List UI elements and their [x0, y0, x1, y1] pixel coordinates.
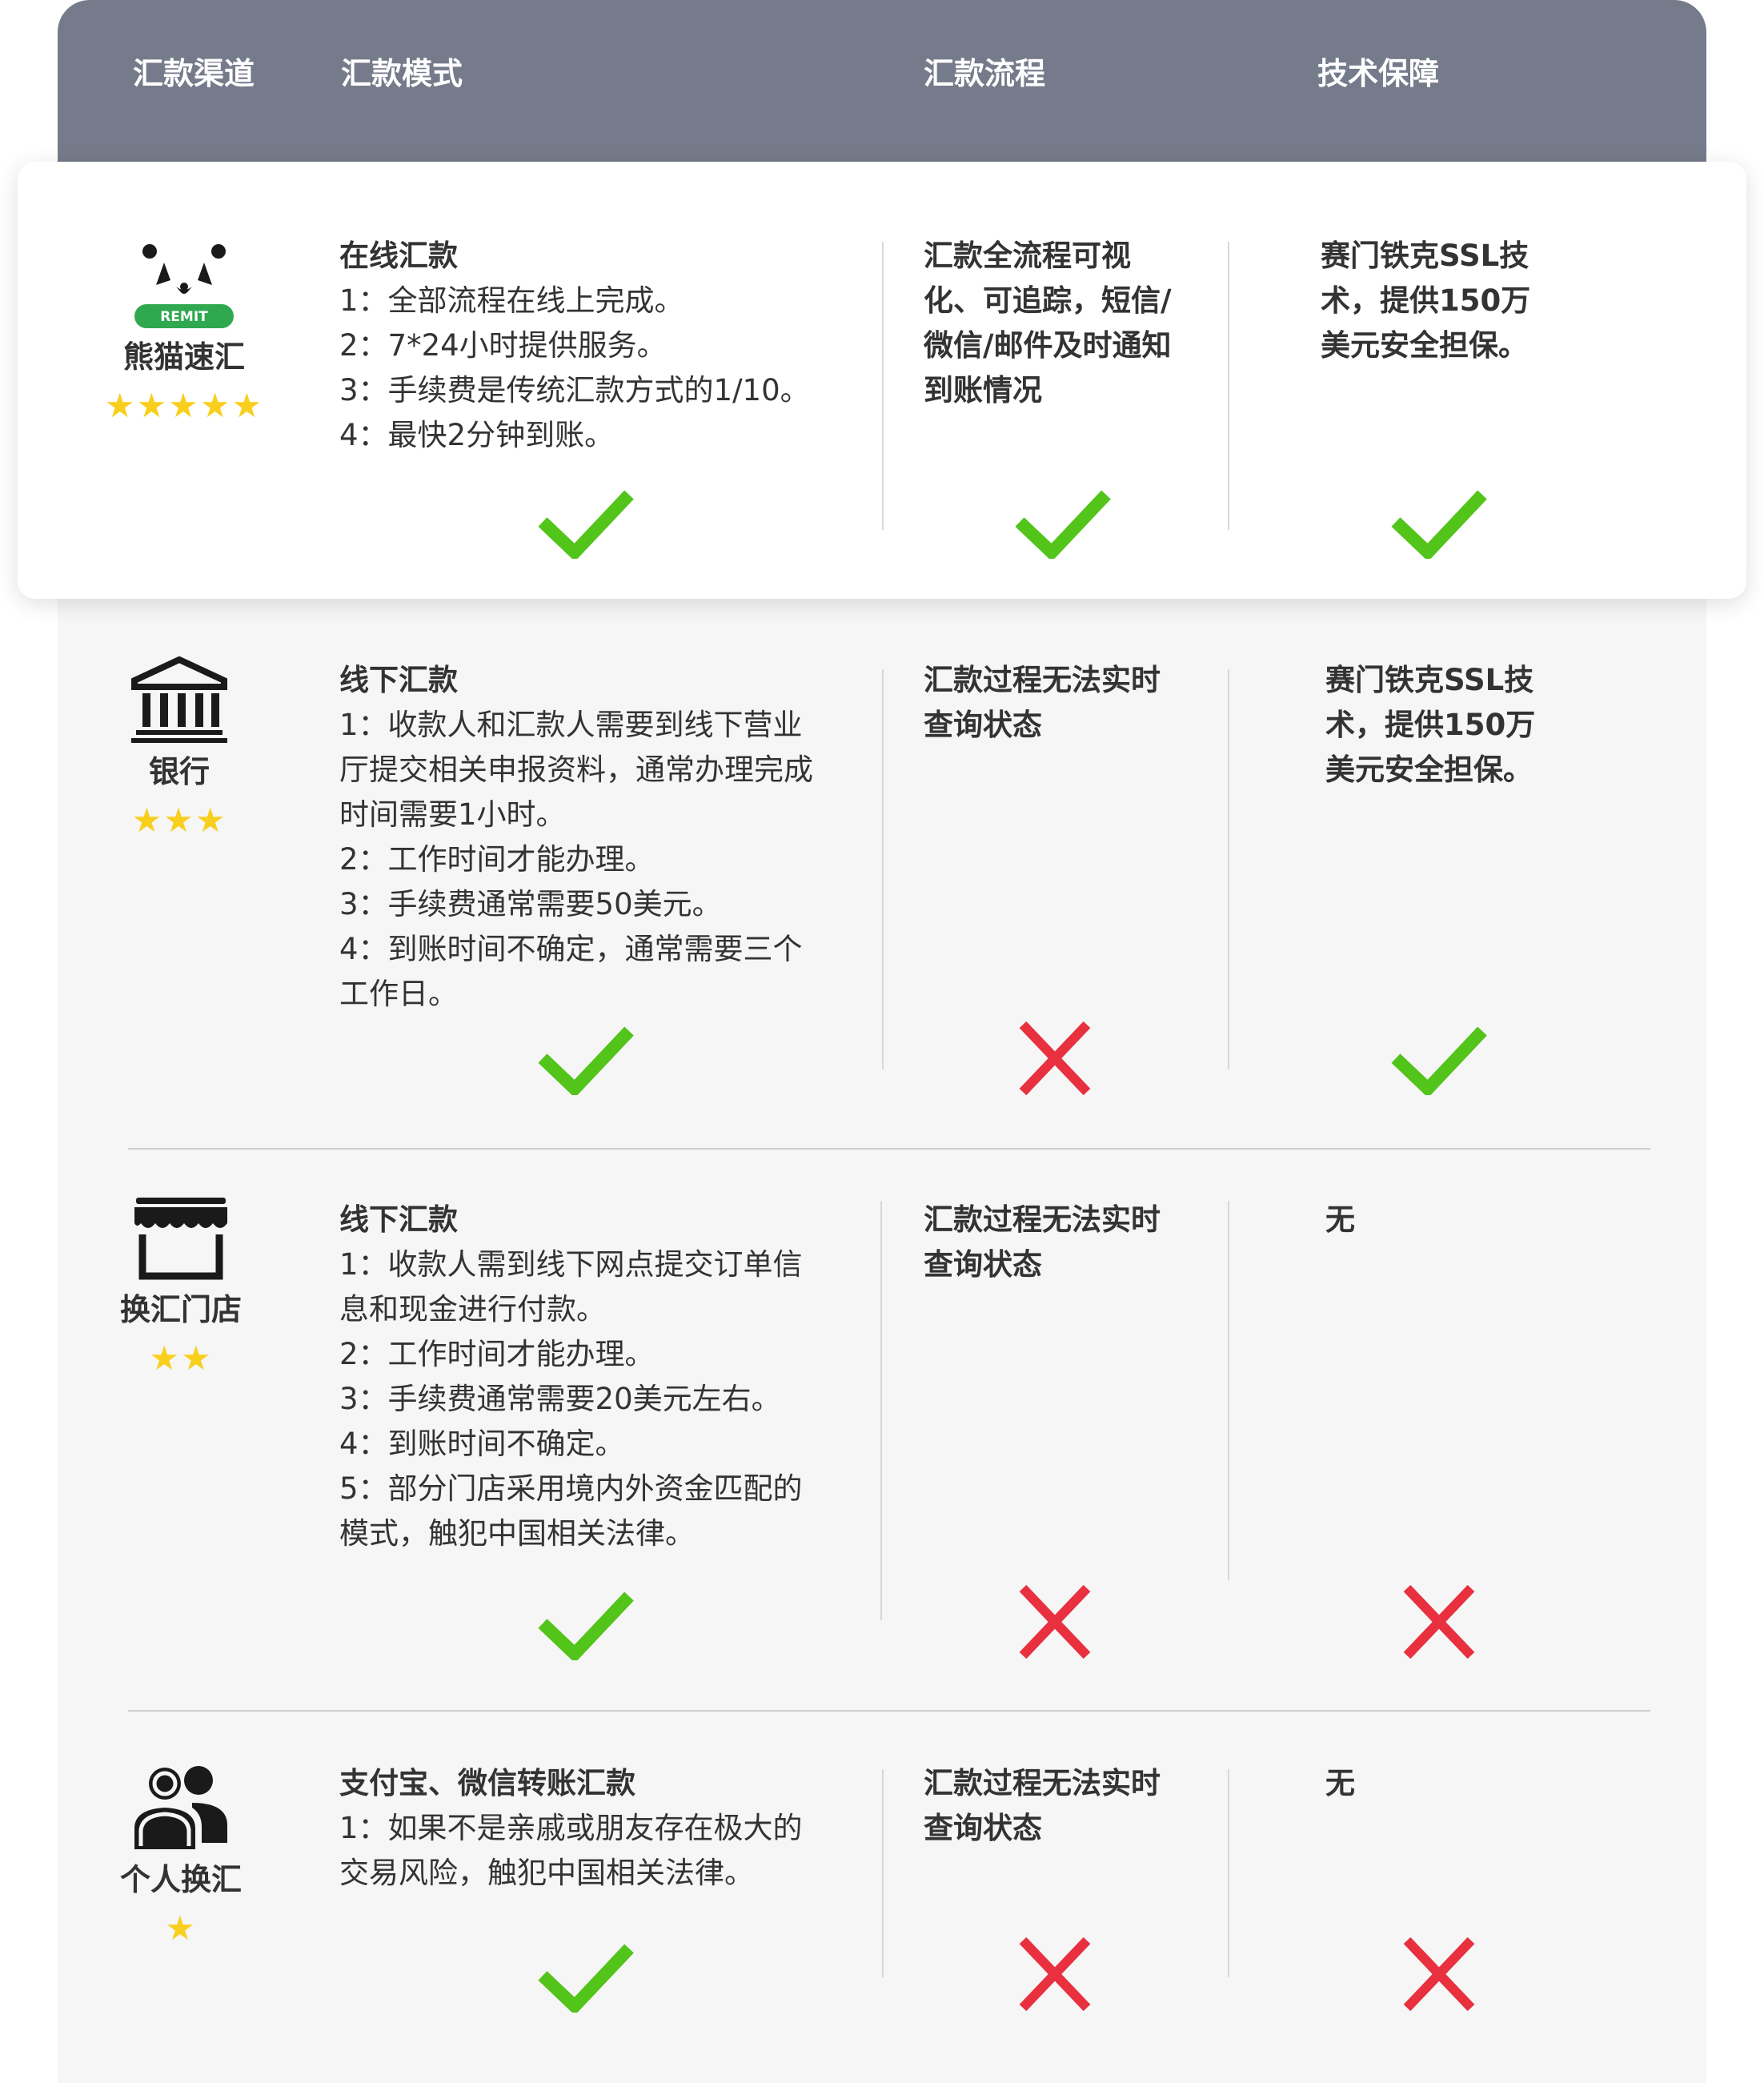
column-divider	[880, 1201, 882, 1620]
process-line: 汇款过程无法实时	[924, 1766, 1161, 1800]
mode-line: 4：到账时间不确定，通常需要三个	[339, 932, 803, 966]
logo-text: REMIT	[160, 309, 208, 325]
security-line: 术，提供150万	[1325, 708, 1536, 742]
mode-line: 交易风险，触犯中国相关法律。	[339, 1856, 754, 1890]
check-icon	[538, 1944, 634, 2013]
mode-line: 模式，触犯中国相关法律。	[339, 1516, 695, 1551]
cross-icon	[1019, 1584, 1091, 1660]
security-cell: 赛门铁克SSL技 术，提供150万 美元安全担保。	[1321, 234, 1585, 368]
row-divider	[128, 1710, 1650, 1712]
security-cell: 无	[1325, 1761, 1590, 1806]
mode-line: 5：部分门店采用境内外资金匹配的	[339, 1471, 803, 1506]
cross-icon	[1403, 1937, 1475, 2012]
rating-stars: ★★★★★	[104, 385, 264, 425]
mode-cell: 在线汇款 1：全部流程在线上完成。 2：7*24小时提供服务。 3：手续费是传统…	[339, 234, 868, 458]
mode-cell: 线下汇款 1：收款人和汇款人需要到线下营业 厅提交相关申报资料，通常办理完成 时…	[339, 658, 868, 1017]
mode-line: 1：收款人需到线下网点提交订单信	[339, 1247, 803, 1282]
column-divider	[1228, 1769, 1229, 1977]
process-line: 查询状态	[924, 1811, 1042, 1845]
storefront-icon	[134, 1198, 227, 1280]
rating-stars: ★	[165, 1908, 197, 1948]
process-line: 查询状态	[924, 1247, 1042, 1282]
check-icon	[538, 1026, 634, 1095]
column-divider	[882, 669, 884, 1070]
mode-line: 时间需要1小时。	[339, 797, 566, 832]
table-header: 汇款渠道 汇款模式 汇款流程 技术保障	[58, 0, 1706, 162]
panda-remit-logo-icon: REMIT	[134, 244, 234, 328]
process-cell: 汇款全流程可视 化、可追踪，短信/ 微信/邮件及时通知 到账情况	[924, 234, 1228, 413]
process-line: 查询状态	[924, 708, 1042, 742]
check-icon	[1391, 490, 1487, 559]
mode-line: 4：最快2分钟到账。	[339, 418, 615, 452]
mode-line: 2：7*24小时提供服务。	[339, 328, 667, 363]
channel-name: 熊猫速汇	[122, 339, 245, 375]
header-security: 技术保障	[1317, 56, 1440, 91]
cross-icon	[1403, 1584, 1475, 1660]
header-channel: 汇款渠道	[133, 56, 255, 91]
mode-title: 线下汇款	[339, 1202, 458, 1237]
process-cell: 汇款过程无法实时 查询状态	[924, 1761, 1228, 1851]
column-divider	[882, 242, 884, 530]
mode-line: 1：如果不是亲戚或朋友存在极大的	[339, 1811, 803, 1845]
rating-stars: ★★	[149, 1338, 213, 1378]
security-line: 美元安全担保。	[1321, 328, 1528, 363]
security-line: 无	[1325, 1202, 1355, 1237]
channel-name: 个人换汇	[119, 1862, 242, 1897]
mode-line: 3：手续费通常需要20美元左右。	[339, 1382, 781, 1416]
mode-title: 支付宝、微信转账汇款	[339, 1766, 635, 1800]
row-divider	[128, 1148, 1650, 1150]
header-process: 汇款流程	[924, 56, 1046, 91]
security-line: 赛门铁克SSL技	[1325, 663, 1534, 697]
channel-name: 银行	[148, 754, 210, 789]
channel-bank: 银行 ★★★	[59, 656, 299, 837]
header-mode: 汇款模式	[341, 56, 463, 91]
process-line: 到账情况	[924, 373, 1042, 407]
process-cell: 汇款过程无法实时 查询状态	[924, 1198, 1228, 1287]
mode-title: 在线汇款	[339, 239, 458, 273]
mode-cell: 线下汇款 1：收款人需到线下网点提交订单信 息和现金进行付款。 2：工作时间才能…	[339, 1198, 868, 1556]
check-icon	[538, 490, 634, 559]
mode-line: 2：工作时间才能办理。	[339, 1337, 655, 1371]
cross-icon	[1019, 1021, 1091, 1096]
process-line: 汇款全流程可视	[924, 239, 1131, 273]
check-icon	[1015, 490, 1111, 559]
mode-title: 线下汇款	[339, 663, 458, 697]
mode-line: 3：手续费通常需要50美元。	[339, 887, 722, 921]
column-divider	[882, 1769, 884, 1977]
column-divider	[1228, 242, 1229, 530]
channel-name: 换汇门店	[119, 1292, 242, 1327]
security-line: 无	[1325, 1766, 1355, 1800]
channel-panda: REMIT 熊猫速汇 ★★★★★	[64, 240, 304, 423]
column-divider	[1228, 669, 1229, 1070]
channel-exchange-store: 换汇门店 ★★	[61, 1196, 301, 1375]
bank-building-icon	[131, 656, 227, 743]
cross-icon	[1019, 1937, 1091, 2012]
process-line: 汇款过程无法实时	[924, 663, 1161, 697]
mode-line: 3：手续费是传统汇款方式的1/10。	[339, 373, 810, 407]
mode-line: 1：全部流程在线上完成。	[339, 283, 684, 318]
column-divider	[1228, 1201, 1229, 1580]
process-cell: 汇款过程无法实时 查询状态	[924, 658, 1228, 748]
mode-cell: 支付宝、微信转账汇款 1：如果不是亲戚或朋友存在极大的 交易风险，触犯中国相关法…	[339, 1761, 868, 1896]
process-line: 微信/邮件及时通知	[924, 328, 1172, 363]
security-line: 术，提供150万	[1321, 283, 1531, 318]
mode-line: 1：收款人和汇款人需要到线下营业	[339, 708, 803, 742]
security-line: 美元安全担保。	[1325, 753, 1533, 787]
process-line: 化、可追踪，短信/	[924, 283, 1172, 318]
channel-personal-exchange: 个人换汇 ★	[61, 1761, 301, 1945]
security-cell: 无	[1325, 1198, 1590, 1242]
mode-line: 4：到账时间不确定。	[339, 1427, 625, 1461]
security-line: 赛门铁克SSL技	[1321, 239, 1529, 273]
rating-stars: ★★★	[131, 800, 227, 840]
mode-line: 工作日。	[339, 977, 458, 1011]
check-icon	[1391, 1026, 1487, 1095]
mode-line: 2：工作时间才能办理。	[339, 842, 655, 877]
security-cell: 赛门铁克SSL技 术，提供150万 美元安全担保。	[1325, 658, 1590, 793]
people-group-icon	[134, 1766, 227, 1849]
mode-line: 息和现金进行付款。	[339, 1292, 606, 1326]
mode-line: 厅提交相关申报资料，通常办理完成	[339, 753, 813, 787]
check-icon	[538, 1591, 634, 1660]
process-line: 汇款过程无法实时	[924, 1202, 1161, 1237]
